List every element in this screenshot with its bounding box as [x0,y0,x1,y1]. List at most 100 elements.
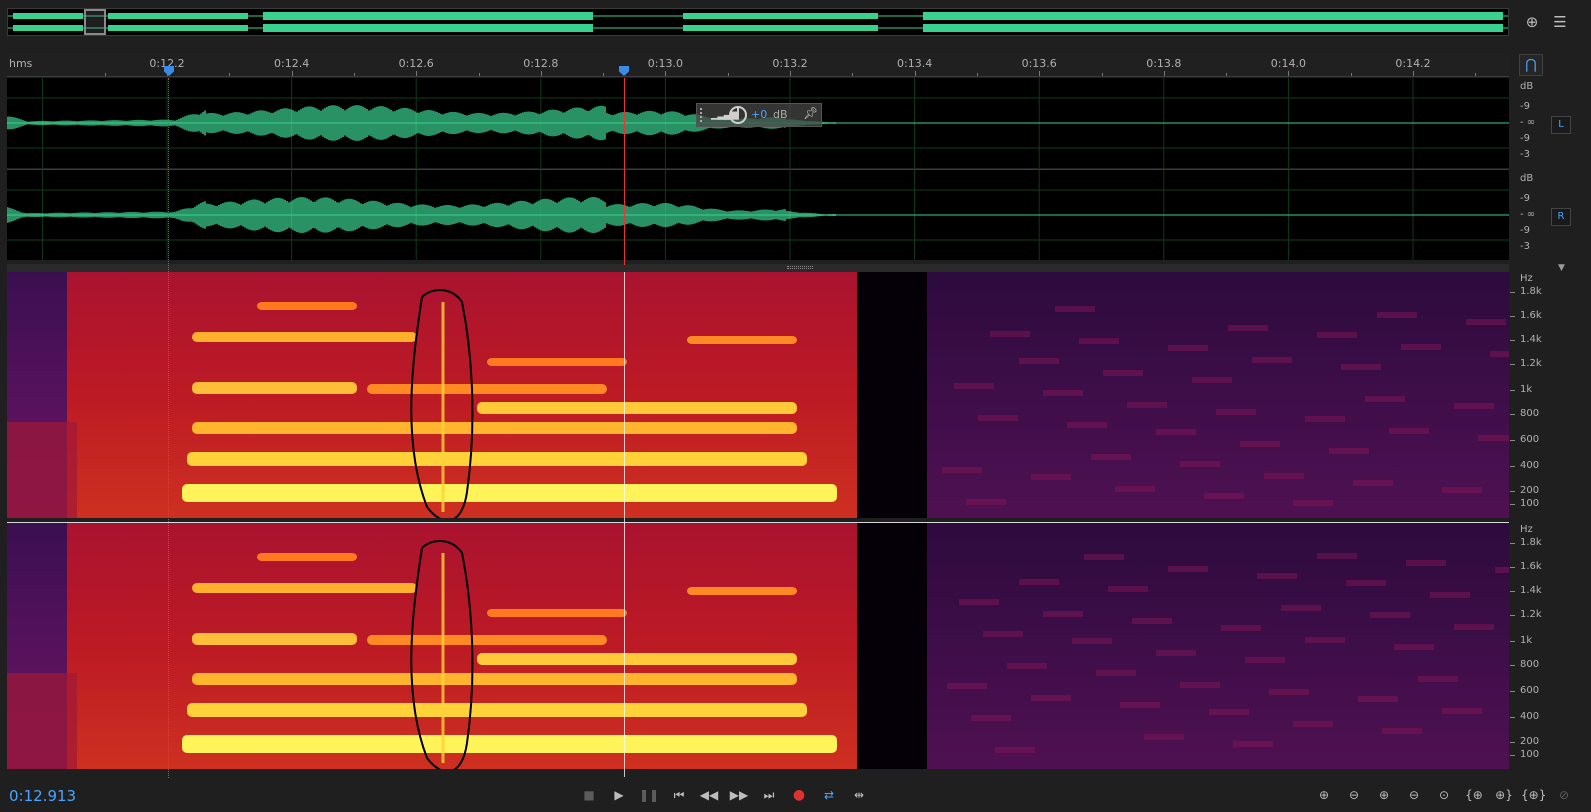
scale-label: -9 [1520,225,1530,236]
rewind-button[interactable]: ◀◀ [698,784,720,806]
resize-grip-icon [787,266,813,269]
ruler-minor-tick [229,73,231,76]
loop-button[interactable]: ⇄ [818,784,840,806]
scale-tick [1510,504,1515,505]
time-ruler[interactable]: hms 0:12.2 0:12.4 0:12.6 0:12.8 0:13.0 0:13.2… [7,54,1509,77]
playhead-line-spectral [624,272,625,777]
ruler-tick [540,71,542,76]
ruler-minor-tick [1101,73,1103,76]
scale-label: -9 [1520,101,1530,112]
gain-knob[interactable] [729,106,747,124]
ruler-tick-label: 0:13.0 [647,57,683,70]
selection-start-marker[interactable] [164,66,174,76]
channel-badge-right[interactable]: R [1551,208,1571,226]
snap-button[interactable]: ⋂ [1519,54,1543,76]
ruler-minor-tick [976,73,978,76]
scale-tick [1510,466,1515,467]
ruler-tick-label: 0:13.6 [1021,57,1057,70]
pause-button[interactable]: ❚❚ [638,784,660,806]
zoom-out-time-icon[interactable]: ⊖ [1403,784,1425,806]
spectral-display-right[interactable] [7,523,1509,769]
hud-grip-handle[interactable] [700,108,705,122]
scale-tick [1510,316,1515,317]
scale-tick [1510,641,1515,642]
pin-icon[interactable]: 📌︎ [803,106,818,120]
ruler-minor-tick [1226,73,1228,76]
overview-view-handle[interactable] [84,9,106,35]
selection-start-line [168,78,169,778]
channel-badge-left[interactable]: L [1551,116,1571,134]
amplitude-hud[interactable]: ▁▂▃▅ +0 dB 📌︎ [696,103,822,127]
ruler-tick-label: 0:12.6 [398,57,434,70]
zoom-in-amplitude-icon[interactable]: ⊕ [1313,784,1335,806]
overview-waveform-graphic [8,12,1508,32]
stop-button[interactable]: ■ [578,784,600,806]
zoom-selection-icon[interactable]: {⊕} [1521,784,1546,806]
ruler-minor-tick [1475,73,1477,76]
zoom-in-time-icon[interactable]: ⊕ [1373,784,1395,806]
scale-label: 1.6k [1520,561,1542,572]
ruler-tick [790,71,791,76]
ruler-tick [1413,71,1414,76]
scale-tick [1510,755,1515,756]
scale-tick [1510,591,1515,592]
scale-unit: Hz [1520,273,1533,284]
current-time-display[interactable]: 0:12.913 [9,787,76,805]
ruler-tick [291,71,293,76]
record-button[interactable]: ● [788,784,810,806]
ruler-minor-tick [603,73,605,76]
scale-unit: Hz [1520,524,1533,535]
scale-label: 400 [1520,711,1540,722]
scale-label: 1k [1520,384,1533,395]
ruler-tick-label: 0:13.2 [772,57,808,70]
scale-tick [1510,364,1515,365]
waveform-channel-right[interactable] [7,170,1509,260]
playhead-line[interactable] [624,78,625,265]
scale-label: 1.8k [1520,537,1542,548]
zoom-selection-left-icon[interactable]: {⊕ [1463,784,1485,806]
ruler-tick [416,71,418,76]
fast-forward-button[interactable]: ▶▶ [728,784,750,806]
spectral-display-left[interactable] [7,272,1509,518]
go-to-start-button[interactable]: ⏮ [668,784,690,806]
go-to-end-button[interactable]: ⏭ [758,784,780,806]
scale-label: 100 [1520,498,1540,509]
playhead-marker[interactable] [619,66,629,76]
ruler-minor-tick [852,73,854,76]
zoom-reset-icon[interactable]: ⊘ [1553,784,1575,806]
zoom-navigator-icon[interactable]: ⊕ [1522,12,1542,32]
overview-waveform[interactable] [7,8,1509,36]
scale-tick [1510,440,1515,441]
scale-unit: dB [1520,81,1534,92]
ruler-tick-label: 0:13.8 [1146,57,1182,70]
panel-resize-handle[interactable] [7,264,1509,272]
scale-tick [1510,615,1515,616]
gain-unit: dB [773,108,788,121]
scale-label: 1.4k [1520,334,1542,345]
scale-label: 200 [1520,736,1540,747]
ruler-unit: hms [9,57,33,70]
scale-label: 1.2k [1520,358,1542,369]
scale-label: 600 [1520,434,1540,445]
zoom-out-amplitude-icon[interactable]: ⊖ [1343,784,1365,806]
ruler-minor-tick [353,73,355,76]
scale-label: -9 [1520,133,1530,144]
panel-menu-icon[interactable]: ☰ [1550,12,1570,32]
zoom-full-icon[interactable]: ⊙ [1433,784,1455,806]
scale-tick [1510,691,1515,692]
scale-label: 400 [1520,460,1540,471]
scale-label: -3 [1520,149,1530,160]
scale-label: 800 [1520,659,1540,670]
ruler-minor-tick [1350,73,1352,76]
scale-tick [1510,414,1515,415]
play-button[interactable]: ▶ [608,784,630,806]
scale-label: 600 [1520,685,1540,696]
zoom-selection-right-icon[interactable]: ⊕} [1493,784,1515,806]
audition-editor: ⊕ ☰ hms 0:12.2 0:12.4 0:12.6 0:12.8 0:13.0 0:… [0,0,1591,812]
scale-label: 1.6k [1520,310,1542,321]
frequency-scale-left: Hz 1.8k 1.6k 1.4k 1.2k 1k 800 600 400 200 100 [1509,272,1591,522]
skip-selection-button[interactable]: ⇹ [848,784,870,806]
gain-value[interactable]: +0 [751,108,767,121]
scale-tick [1510,742,1515,743]
scale-tick [1510,340,1515,341]
